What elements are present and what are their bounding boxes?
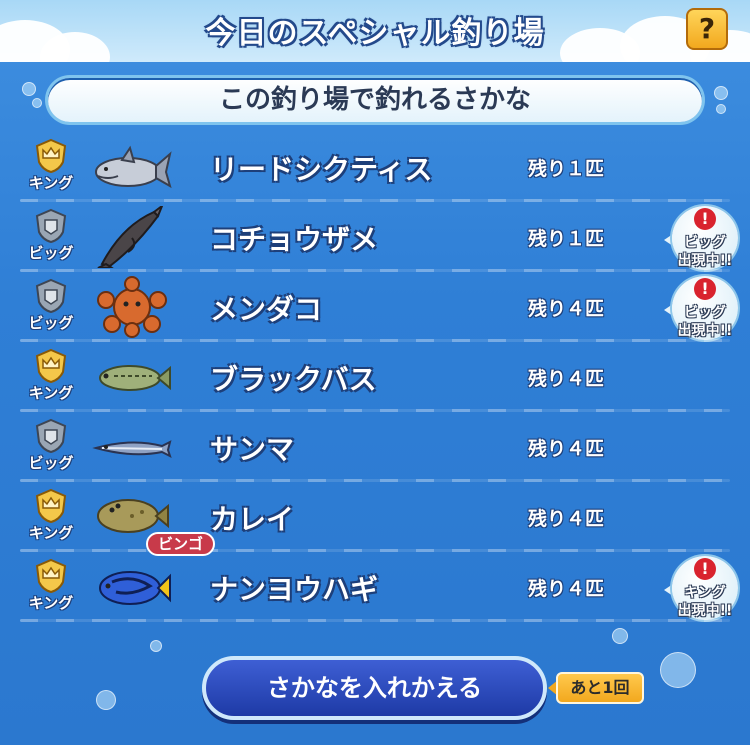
remaining-count: 残り４匹 xyxy=(528,368,605,390)
king-crown-icon xyxy=(33,138,69,174)
exclamation-icon: ! xyxy=(694,208,716,230)
special-fishing-spot-screen: 今日のスペシャル釣り場 ? この釣り場で釣れるさかな キング リードシクティス 残り… xyxy=(0,0,750,745)
bubble-decoration xyxy=(96,690,116,710)
king-crown-icon xyxy=(33,488,69,524)
big-shield-icon xyxy=(33,278,69,314)
rank-badge: ビッグ xyxy=(24,418,78,476)
remaining-count: 残り１匹 xyxy=(528,158,605,180)
octopus-icon xyxy=(92,276,172,338)
blue-tang-icon xyxy=(92,556,172,618)
header-bar: 今日のスペシャル釣り場 ? xyxy=(0,0,750,62)
fish-row[interactable]: ビッグ メンダコ 残り４匹! ビッグ 出現中!! xyxy=(0,272,750,342)
bass-icon xyxy=(92,346,172,408)
bubble-decoration xyxy=(660,652,696,688)
fish-name: コチョウザメ xyxy=(210,223,379,256)
saury-icon xyxy=(92,416,172,478)
alert-rank-text: ビッグ xyxy=(684,235,726,251)
remaining-count: 残り４匹 xyxy=(528,508,605,530)
alert-rank-text: ビッグ xyxy=(684,305,726,321)
rank-label: キング xyxy=(28,174,74,192)
rank-label: キング xyxy=(28,594,74,612)
catchable-fish-banner: この釣り場で釣れるさかな xyxy=(48,78,702,122)
remaining-count: 残り４匹 xyxy=(528,438,605,460)
fish-name: メンダコ xyxy=(210,293,323,326)
fish-name: カレイ xyxy=(210,503,295,536)
swap-fish-button[interactable]: さかなを入れかえる xyxy=(202,656,547,720)
appearance-alert-bubble: ! ビッグ出現中!! xyxy=(664,276,738,340)
alert-status-text: 出現中!! xyxy=(677,603,733,619)
remaining-swaps-badge: あと1回 xyxy=(548,672,644,704)
rank-label: ビッグ xyxy=(28,314,74,332)
bubble-decoration xyxy=(22,82,36,96)
exclamation-icon: ! xyxy=(694,558,716,580)
rank-label: ビッグ xyxy=(28,454,74,472)
fish-row[interactable]: キング ナンヨウハギ 残り４匹! キング 出現中!! xyxy=(0,552,750,622)
remaining-swaps-label: あと1回 xyxy=(556,672,644,704)
bubble-decoration xyxy=(150,640,162,652)
bubble-decoration xyxy=(716,104,726,114)
rank-badge: キング xyxy=(24,558,78,616)
rank-label: ビッグ xyxy=(28,244,74,262)
big-shield-icon xyxy=(33,418,69,454)
help-button[interactable]: ? xyxy=(686,8,728,50)
fish-row[interactable]: キング ブラックバス 残り４匹 xyxy=(0,342,750,412)
fish-name: リードシクティス xyxy=(210,153,433,186)
bubble-decoration xyxy=(32,98,42,108)
king-crown-icon xyxy=(33,558,69,594)
fish-name: ナンヨウハギ xyxy=(210,573,379,606)
bubble-decoration xyxy=(612,628,628,644)
fish-list: キング リードシクティス 残り１匹 ビッグ コチョウザメ 残り１匹! ビッグ 出現中!! ビッグ… xyxy=(0,132,750,622)
exclamation-icon: ! xyxy=(694,278,716,300)
fish-row[interactable]: ビッグ コチョウザメ 残り１匹! ビッグ 出現中!! xyxy=(0,202,750,272)
remaining-count: 残り４匹 xyxy=(528,298,605,320)
rank-badge: ビッグ xyxy=(24,208,78,266)
fish-row[interactable]: キング ビンゴ カレイ 残り４匹 xyxy=(0,482,750,556)
rank-badge: キング xyxy=(24,138,78,196)
rank-label: キング xyxy=(28,524,74,542)
page-title: 今日のスペシャル釣り場 xyxy=(205,16,545,51)
fish-row[interactable]: ビッグ サンマ 残り４匹 xyxy=(0,412,750,482)
rank-badge: ビッグ xyxy=(24,278,78,336)
alert-rank-text: キング xyxy=(684,585,726,601)
remaining-count: 残り４匹 xyxy=(528,578,605,600)
bingo-tag: ビンゴ xyxy=(146,532,216,556)
bubble-decoration xyxy=(714,86,728,100)
appearance-alert-bubble: ! ビッグ出現中!! xyxy=(664,206,738,270)
alert-status-text: 出現中!! xyxy=(677,253,733,269)
fish-row[interactable]: キング リードシクティス 残り１匹 xyxy=(0,132,750,202)
fish-name: ブラックバス xyxy=(210,363,377,396)
king-crown-icon xyxy=(33,348,69,384)
remaining-count: 残り１匹 xyxy=(528,228,605,250)
big-shield-icon xyxy=(33,208,69,244)
row-divider xyxy=(20,619,730,622)
appearance-alert-bubble: ! キング出現中!! xyxy=(664,556,738,620)
rank-label: キング xyxy=(28,384,74,402)
rank-badge: キング xyxy=(24,488,78,546)
alert-status-text: 出現中!! xyxy=(677,323,733,339)
rank-badge: キング xyxy=(24,348,78,406)
fish-name: サンマ xyxy=(210,433,295,466)
shark-icon xyxy=(92,136,172,198)
sturgeon-icon xyxy=(92,203,172,269)
